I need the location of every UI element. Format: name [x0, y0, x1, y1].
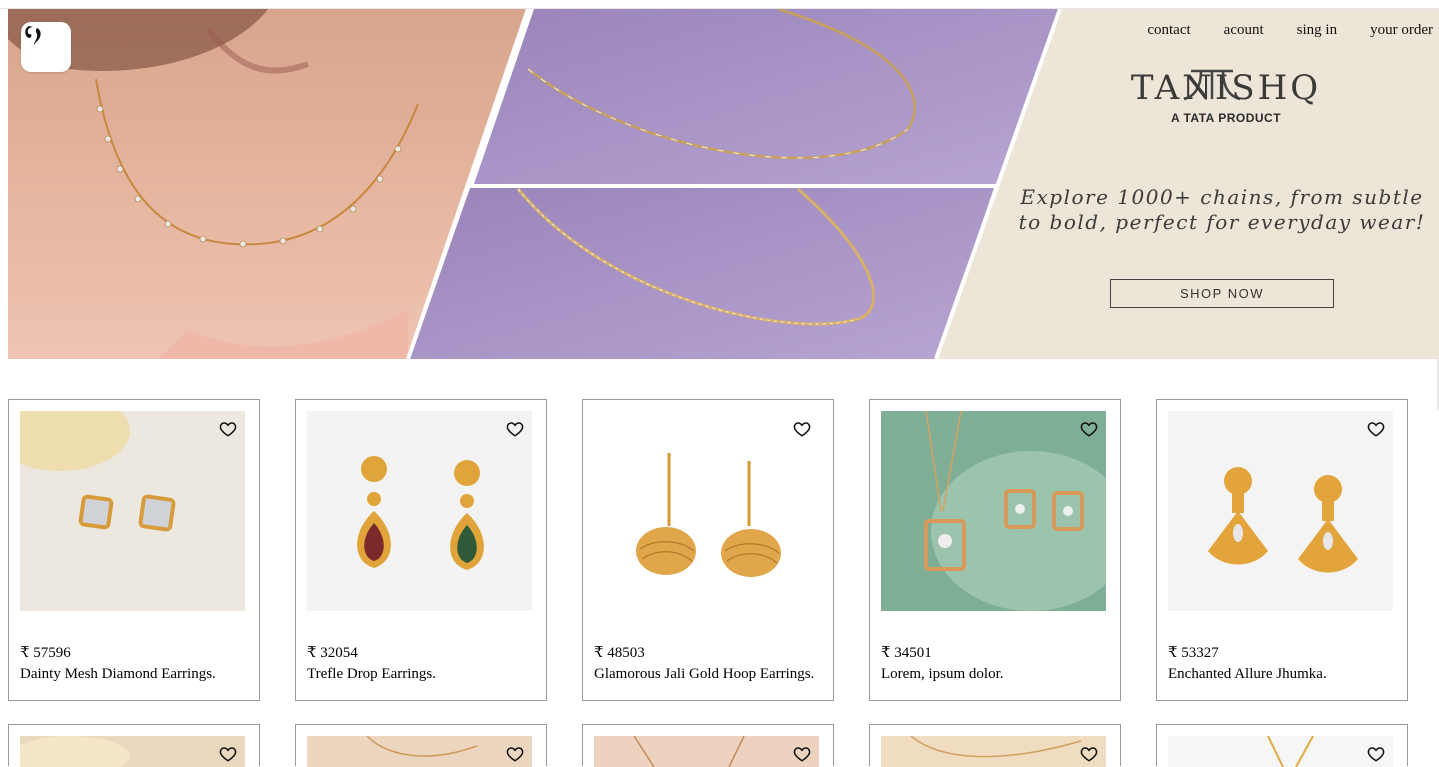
brand-logo-icon[interactable] [21, 22, 71, 72]
heart-icon[interactable] [1080, 420, 1098, 438]
product-card[interactable] [582, 724, 834, 767]
product-price: ₹ 32054 [307, 645, 358, 661]
product-name[interactable]: Dainty Mesh Diamond Earrings. [20, 666, 216, 683]
brand-name: TANISHQ [1130, 68, 1322, 108]
heart-icon[interactable] [1080, 745, 1098, 763]
product-name[interactable]: Lorem, ipsum dolor. [881, 666, 1004, 683]
product-card[interactable] [295, 724, 547, 767]
hero-banner: contact acount sing in your order TANISH… [8, 9, 1439, 359]
product-card[interactable]: ₹ 48503 Glamorous Jali Gold Hoop Earring… [582, 399, 834, 701]
product-card[interactable] [869, 724, 1121, 767]
heart-icon[interactable] [793, 745, 811, 763]
nav-account[interactable]: acount [1224, 22, 1264, 39]
heart-icon[interactable] [506, 745, 524, 763]
shop-now-button[interactable]: SHOP NOW [1110, 279, 1334, 308]
product-image[interactable] [20, 736, 245, 767]
product-card[interactable]: ₹ 57596 Dainty Mesh Diamond Earrings. [8, 399, 260, 701]
top-border [0, 0, 1439, 9]
product-image[interactable] [594, 411, 819, 611]
product-image[interactable] [20, 411, 245, 611]
product-price: ₹ 34501 [881, 645, 932, 661]
heart-icon[interactable] [219, 745, 237, 763]
product-name[interactable]: Trefle Drop Earrings. [307, 666, 436, 683]
product-card[interactable]: ₹ 34501 Lorem, ipsum dolor. [869, 399, 1121, 701]
product-card[interactable] [1156, 724, 1408, 767]
top-nav: contact acount sing in your order [1114, 22, 1433, 39]
product-image[interactable] [1168, 736, 1393, 767]
product-price: ₹ 48503 [594, 645, 645, 661]
product-price: ₹ 53327 [1168, 645, 1219, 661]
heart-icon[interactable] [506, 420, 524, 438]
product-card[interactable]: ₹ 53327 Enchanted Allure Jhumka. [1156, 399, 1408, 701]
product-card[interactable] [8, 724, 260, 767]
brand-lockup: TANISHQ A TATA PRODUCT [1126, 69, 1326, 125]
product-image[interactable] [307, 736, 532, 767]
heart-icon[interactable] [219, 420, 237, 438]
product-image[interactable] [594, 736, 819, 767]
heart-icon[interactable] [1367, 420, 1385, 438]
product-image[interactable] [881, 411, 1106, 611]
product-name[interactable]: Enchanted Allure Jhumka. [1168, 666, 1327, 683]
product-image[interactable] [307, 411, 532, 611]
brand-subtitle: A TATA PRODUCT [1170, 111, 1282, 125]
product-image[interactable] [881, 736, 1106, 767]
product-card[interactable]: ₹ 32054 Trefle Drop Earrings. [295, 399, 547, 701]
heart-icon[interactable] [1367, 745, 1385, 763]
product-image[interactable] [1168, 411, 1393, 611]
nav-sign-in[interactable]: sing in [1297, 22, 1337, 39]
heart-icon[interactable] [793, 420, 811, 438]
product-price: ₹ 57596 [20, 645, 71, 661]
nav-your-order[interactable]: your order [1370, 22, 1433, 39]
hero-tagline: Explore 1000+ chains, from subtle to bol… [1018, 185, 1426, 234]
nav-contact[interactable]: contact [1147, 22, 1190, 39]
product-name[interactable]: Glamorous Jali Gold Hoop Earrings. [594, 666, 814, 683]
